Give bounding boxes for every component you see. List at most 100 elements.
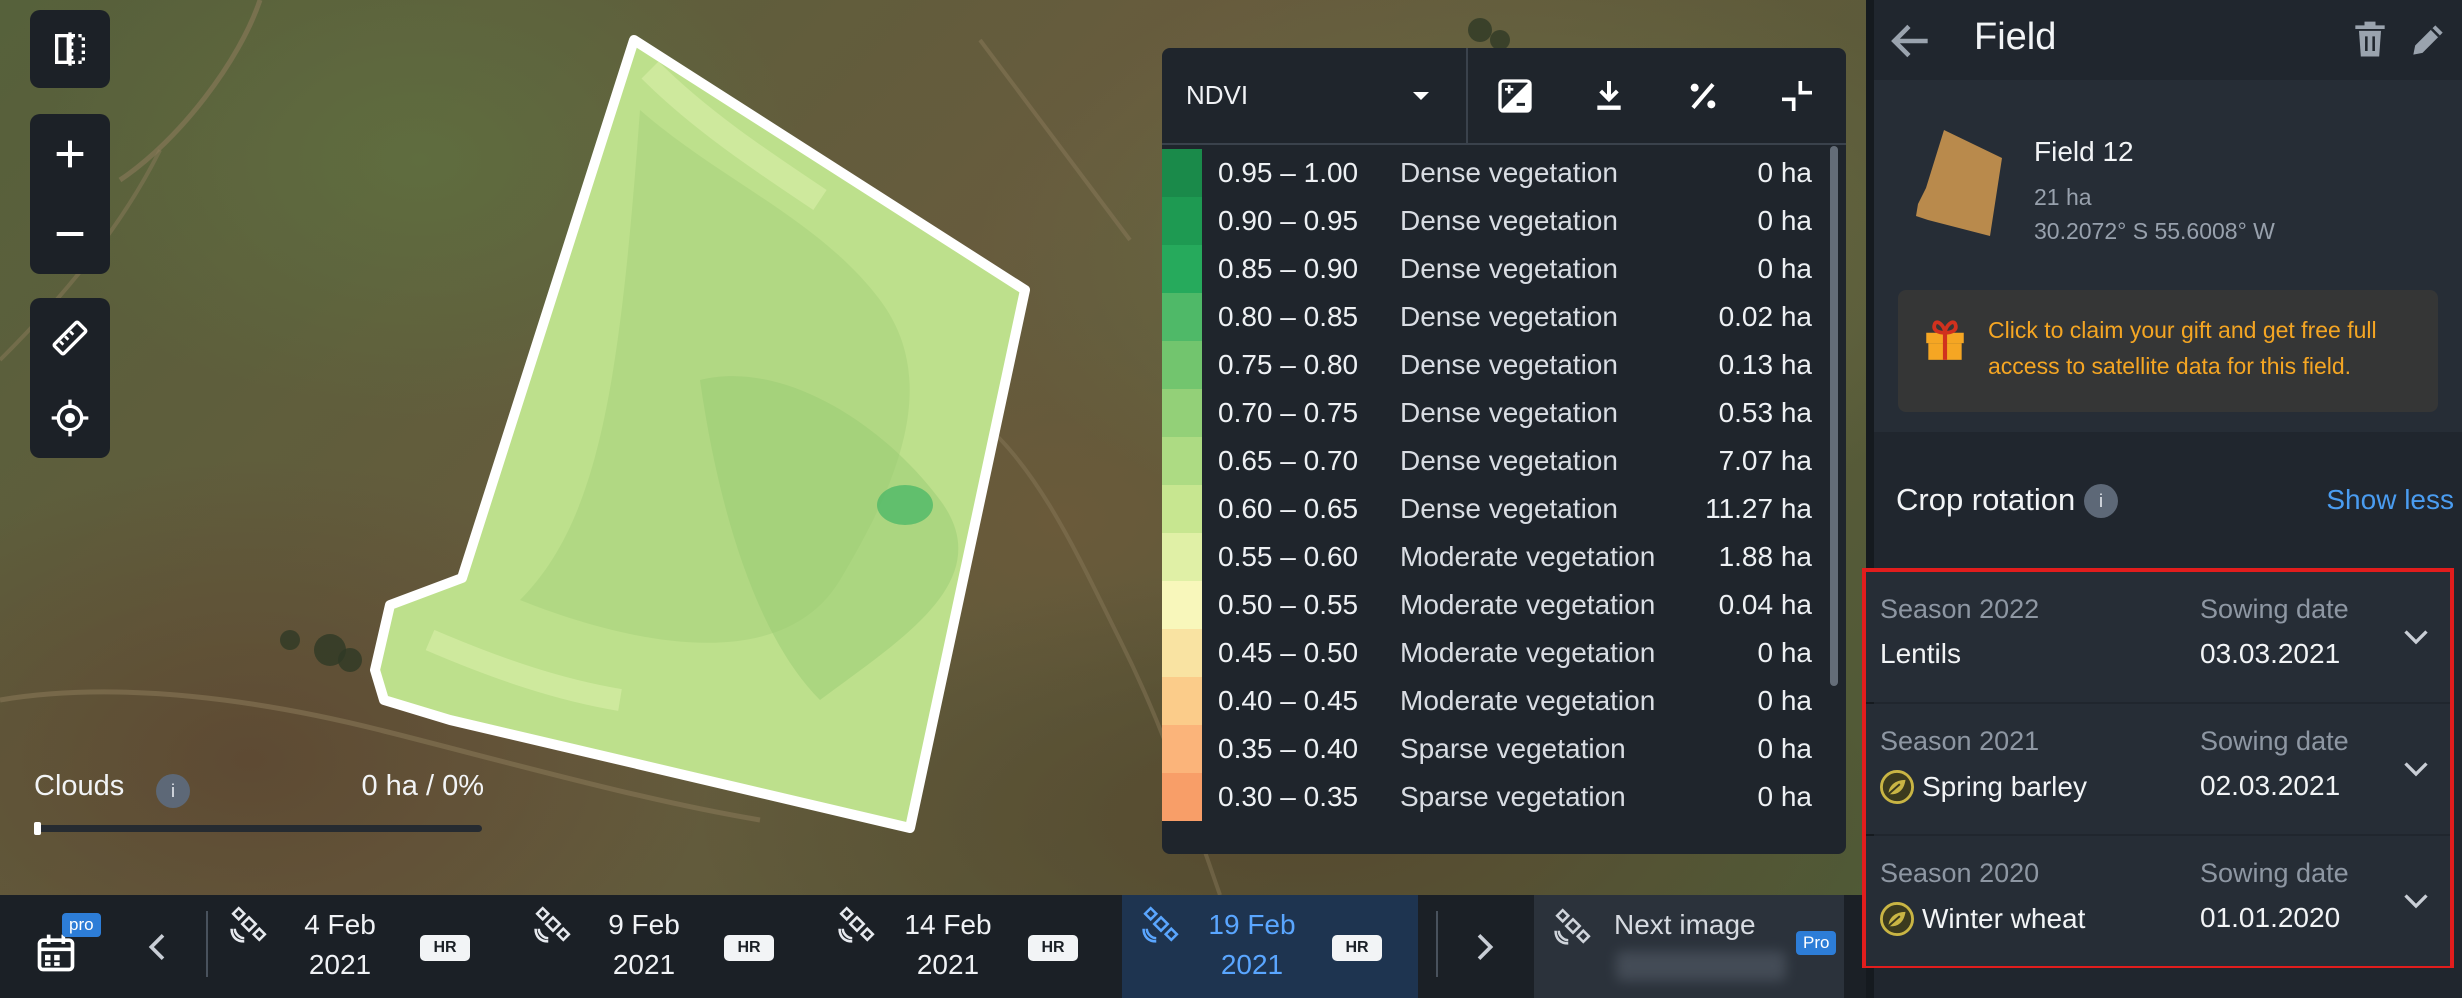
timeline-divider xyxy=(1436,911,1438,977)
legend-range: 0.70 – 0.75 xyxy=(1218,397,1359,428)
split-view-button[interactable] xyxy=(30,10,110,88)
legend-area: 0 ha xyxy=(1757,253,1813,284)
season-row[interactable]: Season 2020 Winter wheat Sowing date 01.01.… xyxy=(1866,836,2450,966)
legend-description: Dense vegetation xyxy=(1400,445,1618,476)
legend-area: 0 ha xyxy=(1757,157,1813,188)
legend-area: 0 ha xyxy=(1757,781,1813,812)
legend-description: Dense vegetation xyxy=(1400,157,1618,188)
legend-color-swatch xyxy=(1162,725,1202,773)
date-year: 2021 xyxy=(612,949,676,980)
satellite-icon xyxy=(1554,908,1591,945)
pro-badge: pro xyxy=(62,913,101,937)
legend-color-swatch xyxy=(1162,197,1202,245)
image-timeline: pro 4 Feb 2021 HR 9 Feb 2021 HR 14 Feb 2021 HR 19… xyxy=(0,895,1866,998)
season-label: Season 2021 xyxy=(1880,726,2040,756)
timeline-next-button[interactable] xyxy=(1454,919,1514,975)
collapse-icon xyxy=(1782,80,1812,111)
chevron-down-icon[interactable] xyxy=(2398,618,2434,654)
legend-range: 0.35 – 0.40 xyxy=(1218,733,1359,764)
legend-color-swatch xyxy=(1162,437,1202,485)
location-icon xyxy=(51,399,89,437)
chevron-right-icon xyxy=(1477,934,1494,960)
date-item[interactable]: 14 Feb 2021 HR xyxy=(818,895,1114,998)
gift-banner[interactable]: Click to claim your gift and get free fu… xyxy=(1898,290,2438,412)
legend-description: Dense vegetation xyxy=(1400,493,1618,524)
gift-icon xyxy=(1926,320,1964,360)
season-row[interactable]: Season 2022 Lentils Sowing date 03.03.2021 xyxy=(1866,572,2450,702)
sowing-date-label: Sowing date xyxy=(2200,726,2349,756)
legend-description: Moderate vegetation xyxy=(1400,589,1656,620)
satellite-map[interactable]: Clouds i 0 ha / 0% NDVI 0.95 – 1.00 Dens… xyxy=(0,0,1866,895)
crop-rotation-seasons: Season 2022 Lentils Sowing date 03.03.2021 S… xyxy=(1862,568,2454,968)
date-label: 14 Feb 2021 xyxy=(888,905,1008,985)
pencil-icon[interactable] xyxy=(2406,18,2450,62)
legend-range: 0.50 – 0.55 xyxy=(1218,589,1359,620)
legend-range: 0.40 – 0.45 xyxy=(1218,685,1359,716)
date-year: 2021 xyxy=(916,949,980,980)
season-row[interactable]: Season 2021 Spring barley Sowing date 02.03… xyxy=(1866,704,2450,834)
legend-row: 0.60 – 0.65 Dense vegetation 11.27 ha xyxy=(1162,485,1846,533)
legend-row: 0.40 – 0.45 Moderate vegetation 0 ha xyxy=(1162,677,1846,725)
chevron-down-icon[interactable] xyxy=(2398,750,2434,786)
legend-color-swatch xyxy=(1162,245,1202,293)
my-location-button[interactable] xyxy=(30,379,110,457)
panel-header: Field xyxy=(1866,0,2462,80)
collapse-legend-button[interactable] xyxy=(1750,48,1844,143)
hr-badge: HR xyxy=(1332,935,1382,961)
legend-color-swatch xyxy=(1162,581,1202,629)
crop-rotation-title: Crop rotation xyxy=(1896,482,2076,517)
clouds-label: Clouds xyxy=(34,770,125,802)
legend-range: 0.75 – 0.80 xyxy=(1218,349,1359,380)
legend-description: Moderate vegetation xyxy=(1400,685,1656,716)
date-item[interactable]: 9 Feb 2021 HR xyxy=(514,895,810,998)
legend-scrollbar[interactable] xyxy=(1830,146,1838,686)
back-arrow-icon[interactable] xyxy=(1886,16,1936,66)
timeline-divider xyxy=(206,911,208,977)
clouds-info-icon[interactable]: i xyxy=(156,774,190,808)
crop-rotation-header: Crop rotation i Show less xyxy=(1874,432,2462,566)
index-select[interactable]: NDVI xyxy=(1162,48,1468,143)
legend-color-swatch xyxy=(1162,485,1202,533)
legend-row: 0.65 – 0.70 Dense vegetation 7.07 ha xyxy=(1162,437,1846,485)
satellite-icon xyxy=(838,906,875,943)
crop-name: Lentils xyxy=(1880,638,1961,669)
date-year: 2021 xyxy=(308,949,372,980)
date-item-selected[interactable]: 19 Feb 2021 HR xyxy=(1122,895,1418,998)
trash-icon[interactable] xyxy=(2348,18,2392,62)
satellite-icon xyxy=(1142,906,1179,943)
chevron-down-icon[interactable] xyxy=(2398,882,2434,918)
percent-toggle-button[interactable] xyxy=(1656,48,1750,143)
date-item[interactable]: 4 Feb 2021 HR xyxy=(210,895,506,998)
legend-range: 0.30 – 0.35 xyxy=(1218,781,1359,812)
next-image-item[interactable]: Next image Pro xyxy=(1534,895,1844,998)
crop-name: Spring barley xyxy=(1922,771,2087,802)
legend-description: Dense vegetation xyxy=(1400,301,1618,332)
legend-range: 0.60 – 0.65 xyxy=(1218,493,1359,524)
panel-title: Field xyxy=(1974,16,2057,58)
legend-range: 0.45 – 0.50 xyxy=(1218,637,1359,668)
show-less-link[interactable]: Show less xyxy=(2326,484,2454,516)
hr-badge: HR xyxy=(1028,935,1078,961)
ruler-button[interactable] xyxy=(30,299,110,377)
field-card: Field 12 21 ha 30.2072° S 55.6008° W Cli… xyxy=(1874,80,2462,432)
hr-badge: HR xyxy=(420,935,470,961)
zoom-in-button[interactable] xyxy=(30,115,110,193)
date-day: 14 Feb xyxy=(904,909,992,940)
zoom-out-button[interactable] xyxy=(30,195,110,273)
crop-rotation-info-icon[interactable]: i xyxy=(2084,484,2118,518)
legend-description: Dense vegetation xyxy=(1400,397,1618,428)
legend-area: 0 ha xyxy=(1757,637,1813,668)
legend-area: 1.88 ha xyxy=(1718,541,1812,572)
next-image-date-blurred xyxy=(1616,951,1786,981)
date-day: 4 Feb xyxy=(304,909,376,940)
legend-row: 0.35 – 0.40 Sparse vegetation 0 ha xyxy=(1162,725,1846,773)
compare-button[interactable] xyxy=(1468,48,1562,143)
download-button[interactable] xyxy=(1562,48,1656,143)
season-label: Season 2022 xyxy=(1880,594,2040,624)
timeline-prev-button[interactable] xyxy=(128,919,188,975)
leaf-icon xyxy=(1880,770,1914,804)
calendar-button[interactable]: pro xyxy=(26,909,116,989)
legend-row: 0.85 – 0.90 Dense vegetation 0 ha xyxy=(1162,245,1846,293)
legend-range: 0.90 – 0.95 xyxy=(1218,205,1359,236)
season-crop: Winter wheat xyxy=(1880,902,2085,936)
